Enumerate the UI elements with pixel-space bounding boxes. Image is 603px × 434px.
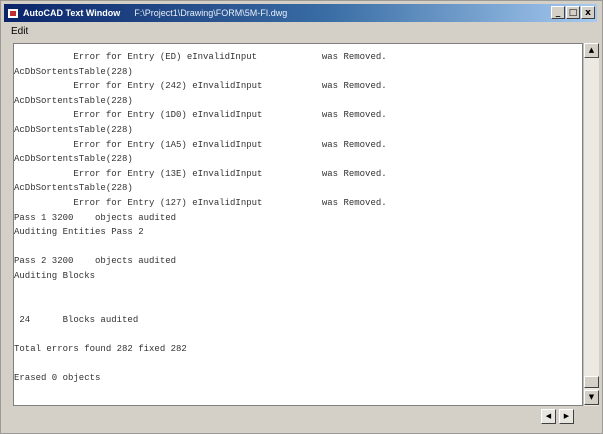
console-line: AcDbSortentsTable(228) [14,183,133,194]
console-line: Total errors found 282 fixed 282 [14,343,187,354]
maximize-button[interactable]: □ [566,6,580,19]
close-button[interactable]: x [581,6,595,19]
console-output: Error for Entry (ED) eInvalidInput was R… [14,50,582,386]
document-path: F:\Project1\Drawing\FORM\5M-FI.dwg [134,8,288,18]
autocad-text-window: AutoCAD Text Window F:\Project1\Drawing\… [0,0,603,434]
horizontal-scrollbar[interactable]: ◀ ▶ [13,406,599,426]
window-title: AutoCAD Text Window [23,8,121,18]
command-history-text-area[interactable]: Error for Entry (ED) eInvalidInput was R… [13,43,583,406]
console-line: AcDbSortentsTable(228) [14,66,133,77]
menu-edit[interactable]: Edit [5,24,34,40]
scroll-right-arrow-icon[interactable]: ▶ [559,409,574,424]
console-line: AcDbSortentsTable(228) [14,154,133,165]
console-line: Erased 0 objects [14,373,101,384]
console-line: Pass 1 3200 objects audited [14,212,177,223]
console-line: Error for Entry (127) eInvalidInput was … [14,197,387,208]
console-line: Auditing Blocks [14,270,96,281]
autocad-app-icon[interactable] [7,7,19,19]
vertical-scrollbar[interactable]: ▲ ▼ [583,43,599,406]
vertical-scroll-thumb[interactable] [584,376,599,388]
console-line: AcDbSortentsTable(228) [14,95,133,106]
console-line: Error for Entry (ED) eInvalidInput was R… [14,52,387,62]
console-line: Error for Entry (1D0) eInvalidInput was … [14,110,387,121]
console-line: AcDbSortentsTable(228) [14,124,133,135]
scroll-left-arrow-icon[interactable]: ◀ [541,409,556,424]
console-line: Error for Entry (1A5) eInvalidInput was … [14,139,387,150]
menu-bar: Edit [5,24,597,40]
console-line: Error for Entry (242) eInvalidInput was … [14,81,387,92]
console-line: 24 Blocks audited [14,314,139,325]
window-controls: _ □ x [551,6,595,19]
console-line: Auditing Entities Pass 2 [14,227,144,238]
console-line: Error for Entry (13E) eInvalidInput was … [14,168,387,179]
minimize-button[interactable]: _ [551,6,565,19]
title-bar[interactable]: AutoCAD Text Window F:\Project1\Drawing\… [4,4,597,22]
scroll-up-arrow-icon[interactable]: ▲ [584,43,599,58]
console-line: Pass 2 3200 objects audited [14,256,177,267]
scroll-down-arrow-icon[interactable]: ▼ [584,390,599,405]
